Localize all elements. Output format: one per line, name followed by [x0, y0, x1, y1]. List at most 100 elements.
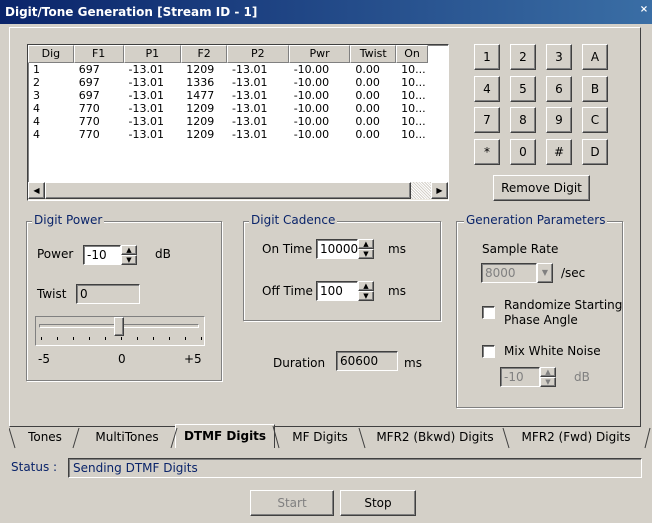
cell-twist: 0.00	[355, 102, 380, 115]
on-time-input[interactable]: 10000	[316, 239, 358, 259]
spin-down-icon[interactable]: ▼	[121, 255, 137, 265]
cell-f2: 1209	[186, 102, 215, 115]
digit-table[interactable]: Dig F1 P1 F2 P2 Pwr Twist On 1 697 -13.0…	[27, 44, 449, 201]
tab-edge	[644, 427, 651, 449]
power-input[interactable]: -10	[83, 245, 121, 265]
key-c-button[interactable]: C	[582, 107, 608, 133]
key-7-button[interactable]: 7	[474, 107, 500, 133]
slider-tick	[201, 337, 202, 340]
duration-unit: ms	[404, 356, 422, 370]
key-d-button[interactable]: D	[582, 139, 608, 165]
scrollbar-thumb[interactable]	[45, 182, 411, 199]
off-time-input[interactable]: 100	[316, 281, 358, 301]
cell-dig: 3	[33, 89, 40, 102]
on-time-label: On Time	[262, 242, 313, 256]
noise-level-spinner[interactable]: ▲ ▼	[540, 367, 556, 387]
spin-up-icon[interactable]: ▲	[358, 281, 374, 291]
sample-rate-select[interactable]: 8000	[481, 263, 537, 283]
key-5-button[interactable]: 5	[510, 76, 536, 102]
slider-tick	[169, 337, 170, 340]
on-time-spinner[interactable]: ▲ ▼	[358, 239, 374, 259]
column-header-dig[interactable]: Dig	[28, 45, 74, 63]
cell-twist: 0.00	[355, 89, 380, 102]
key-9-button[interactable]: 9	[546, 107, 572, 133]
on-time-unit: ms	[388, 242, 406, 256]
slider-tick	[57, 337, 58, 340]
cell-f2: 1209	[186, 63, 215, 76]
key-0-button[interactable]: 0	[510, 139, 536, 165]
off-time-spinner[interactable]: ▲ ▼	[358, 281, 374, 301]
cell-on: 10...	[401, 128, 426, 141]
key-6-button[interactable]: 6	[546, 76, 572, 102]
key-hash-button[interactable]: #	[546, 139, 572, 165]
remove-digit-button[interactable]: Remove Digit	[493, 175, 590, 201]
key-a-button[interactable]: A	[582, 44, 608, 70]
spin-up-icon[interactable]: ▲	[540, 367, 556, 377]
key-star-button[interactable]: *	[474, 139, 500, 165]
chevron-down-icon[interactable]: ▼	[537, 263, 553, 283]
column-header-f2[interactable]: F2	[181, 45, 227, 63]
spin-down-icon[interactable]: ▼	[358, 249, 374, 259]
spin-up-icon[interactable]: ▲	[121, 245, 137, 255]
cell-twist: 0.00	[355, 63, 380, 76]
cell-f1: 697	[78, 76, 100, 89]
power-unit: dB	[155, 247, 171, 261]
cell-p1: -13.01	[128, 102, 164, 115]
status-label: Status :	[11, 460, 58, 474]
stop-button[interactable]: Stop	[340, 490, 416, 516]
start-button[interactable]: Start	[250, 490, 334, 516]
cell-dig: 4	[33, 128, 40, 141]
table-row[interactable]: 4 770 -13.01 1209 -13.01 -10.00 0.00 10.…	[28, 128, 428, 141]
cell-on: 10...	[401, 102, 426, 115]
table-row[interactable]: 4 770 -13.01 1209 -13.01 -10.00 0.00 10.…	[28, 102, 428, 115]
slider-tick	[73, 337, 74, 340]
twist-slider[interactable]	[35, 316, 205, 346]
column-header-pwr[interactable]: Pwr	[288, 45, 351, 63]
scrollbar-track[interactable]	[411, 182, 431, 199]
scroll-right-icon[interactable]: ▶	[431, 182, 448, 199]
duration-field: 60600	[336, 351, 398, 371]
key-2-button[interactable]: 2	[510, 44, 536, 70]
cell-p2: -13.01	[232, 115, 268, 128]
slider-thumb[interactable]	[114, 317, 124, 336]
cell-pwr: -10.00	[293, 63, 330, 76]
randomize-phase-checkbox[interactable]	[482, 306, 495, 319]
scroll-left-icon[interactable]: ◀	[28, 182, 45, 199]
cell-pwr: -10.00	[293, 115, 330, 128]
slider-tick	[137, 337, 138, 340]
cell-f2: 1477	[186, 89, 215, 102]
spin-up-icon[interactable]: ▲	[358, 239, 374, 249]
digit-tone-generation-window: Digit/Tone Generation [Stream ID - 1] × …	[0, 0, 652, 523]
column-header-twist[interactable]: Twist	[350, 45, 397, 63]
cell-dig: 4	[33, 115, 40, 128]
mix-white-noise-checkbox[interactable]	[482, 345, 495, 358]
table-row[interactable]: 3 697 -13.01 1477 -13.01 -10.00 0.00 10.…	[28, 89, 428, 102]
table-horizontal-scrollbar[interactable]: ◀ ▶	[28, 182, 448, 200]
column-header-on[interactable]: On	[396, 45, 428, 63]
table-row[interactable]: 2 697 -13.01 1336 -13.01 -10.00 0.00 10.…	[28, 76, 428, 89]
table-row[interactable]: 4 770 -13.01 1209 -13.01 -10.00 0.00 10.…	[28, 115, 428, 128]
key-3-button[interactable]: 3	[546, 44, 572, 70]
randomize-phase-label-line2: Phase Angle	[504, 313, 578, 327]
cell-p2: -13.01	[232, 63, 268, 76]
cell-on: 10...	[401, 63, 426, 76]
column-header-p1[interactable]: P1	[123, 45, 182, 63]
cell-f1: 770	[78, 128, 100, 141]
close-icon[interactable]: ×	[638, 3, 650, 17]
spin-down-icon[interactable]: ▼	[540, 377, 556, 387]
slider-mid-label: 0	[118, 352, 126, 366]
key-4-button[interactable]: 4	[474, 76, 500, 102]
key-8-button[interactable]: 8	[510, 107, 536, 133]
slider-tick	[153, 337, 154, 340]
noise-level-input[interactable]: -10	[500, 367, 540, 387]
table-row[interactable]: 1 697 -13.01 1209 -13.01 -10.00 0.00 10.…	[28, 63, 428, 76]
cell-p1: -13.01	[128, 128, 164, 141]
spin-down-icon[interactable]: ▼	[358, 291, 374, 301]
key-1-button[interactable]: 1	[474, 44, 500, 70]
power-spinner[interactable]: ▲ ▼	[121, 245, 137, 265]
key-b-button[interactable]: B	[582, 76, 608, 102]
tab-separators	[9, 426, 651, 449]
column-header-p2[interactable]: P2	[226, 45, 289, 63]
status-field: Sending DTMF Digits	[68, 458, 642, 478]
column-header-f1[interactable]: F1	[73, 45, 124, 63]
